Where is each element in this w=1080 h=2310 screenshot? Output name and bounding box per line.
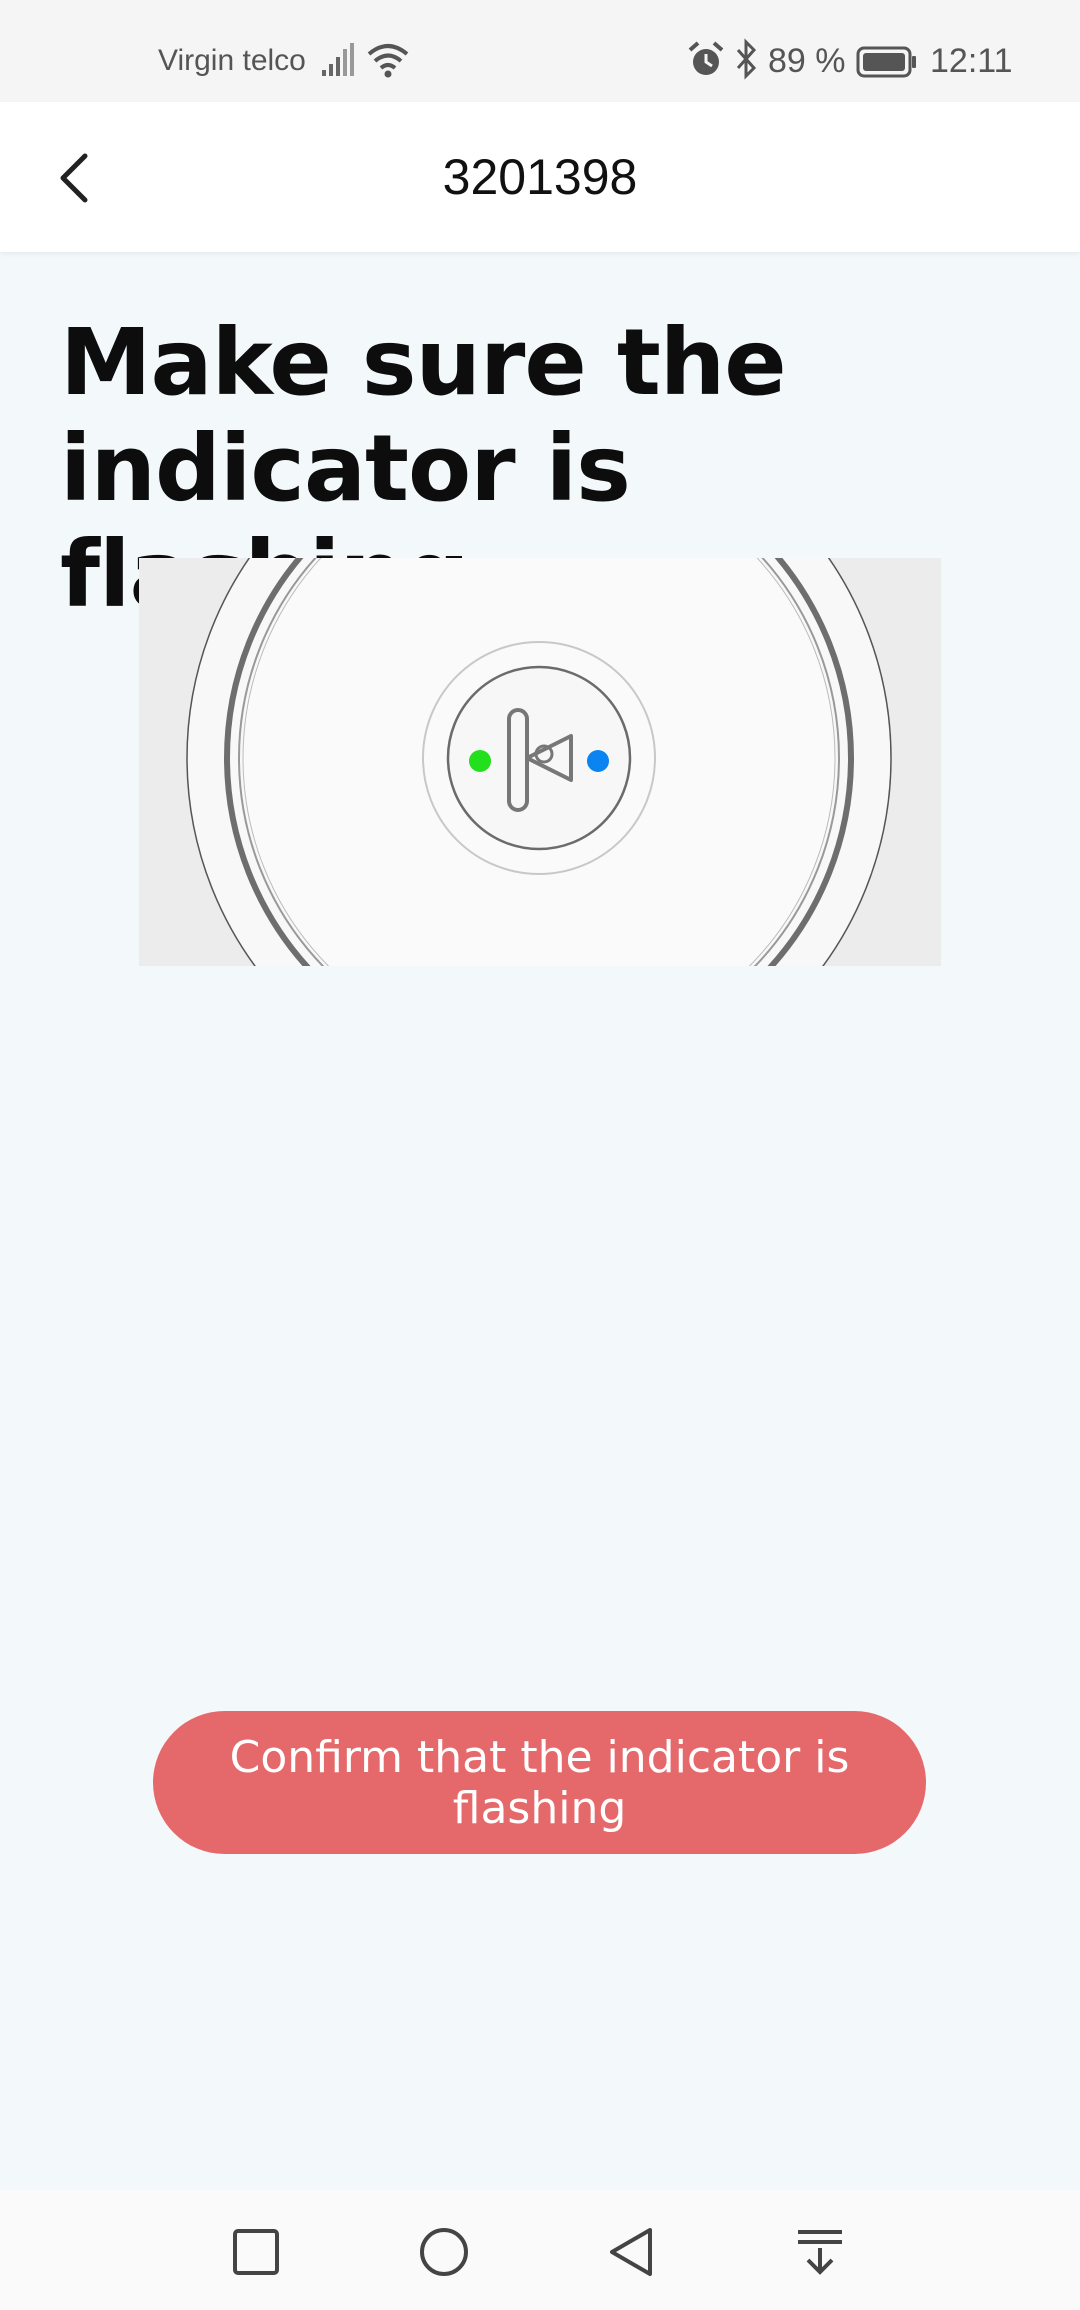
blue-indicator-led (587, 750, 609, 772)
bluetooth-icon (736, 38, 757, 80)
device-drawing (186, 558, 892, 966)
battery-percent: 89 % (768, 42, 846, 80)
back-nav-button[interactable] (602, 2222, 662, 2282)
recents-button[interactable] (226, 2222, 286, 2282)
status-bar: Virgin telco 89 % 12:11 (0, 0, 1080, 102)
square-recents-icon (233, 2229, 279, 2275)
triangle-back-icon (610, 2228, 652, 2276)
wifi-icon (367, 44, 409, 78)
battery-icon (856, 46, 916, 78)
alarm-icon (688, 41, 724, 75)
page-title: 3201398 (442, 149, 638, 205)
device-illustration (139, 558, 941, 966)
confirm-flashing-button[interactable]: Confirm that the indicator is flashing (153, 1711, 926, 1854)
circle-home-icon (420, 2228, 468, 2276)
green-indicator-led (469, 750, 491, 772)
home-button[interactable] (414, 2222, 474, 2282)
system-nav-bar (0, 2190, 1080, 2310)
clock: 12:11 (930, 42, 1013, 80)
notification-drawer-button[interactable] (790, 2222, 850, 2282)
carrier-name: Virgin telco (158, 44, 306, 77)
signal-icon (322, 43, 354, 76)
notification-drawer-icon (798, 2230, 842, 2275)
